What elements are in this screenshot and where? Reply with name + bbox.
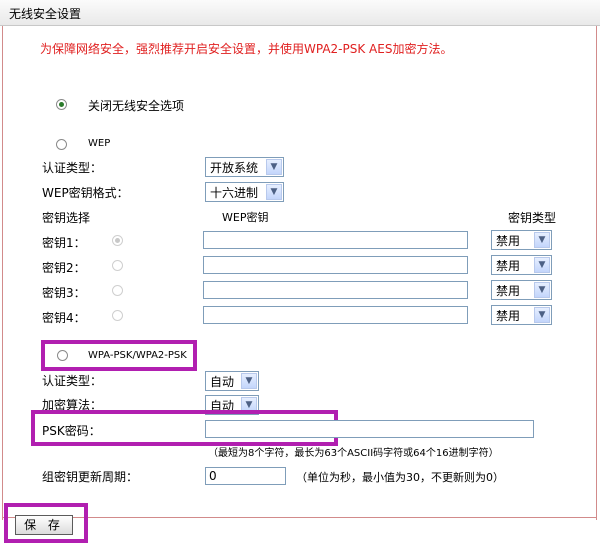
window-title: 无线安全设置	[9, 7, 82, 21]
disable-security-label: 关闭无线安全选项	[88, 99, 185, 113]
col-key-select: 密钥选择	[42, 211, 91, 225]
wpa-psk-radio[interactable]	[57, 350, 68, 361]
wep-key-format-select[interactable]: 十六进制 ▼	[205, 182, 284, 202]
wep-key-format-label: WEP密钥格式：	[42, 186, 129, 200]
chevron-down-icon: ▼	[266, 159, 282, 175]
key4-type-select[interactable]: 禁用 ▼	[491, 305, 552, 325]
key4-input[interactable]	[203, 306, 468, 324]
wep-auth-type-select[interactable]: 开放系统 ▼	[205, 157, 284, 177]
wpa-auth-type-select[interactable]: 自动 ▼	[205, 371, 259, 391]
disable-security-radio[interactable]	[56, 99, 67, 110]
key1-label: 密钥1：	[42, 236, 86, 250]
key2-type-value: 禁用	[496, 258, 521, 273]
col-key-type: 密钥类型	[508, 211, 557, 225]
wep-key-format-value: 十六进制	[210, 185, 259, 200]
key2-input[interactable]	[203, 256, 468, 274]
wep-label: WEP	[88, 138, 111, 149]
key2-radio[interactable]	[112, 260, 123, 271]
key3-input[interactable]	[203, 281, 468, 299]
bottom-divider	[2, 517, 597, 518]
key1-type-value: 禁用	[496, 233, 521, 248]
key2-type-select[interactable]: 禁用 ▼	[491, 255, 552, 275]
key3-label: 密钥3：	[42, 286, 86, 300]
key2-label: 密钥2：	[42, 261, 86, 275]
psk-password-input[interactable]	[205, 420, 534, 438]
chevron-down-icon: ▼	[534, 282, 550, 298]
key1-type-select[interactable]: 禁用 ▼	[491, 230, 552, 250]
save-button[interactable]: 保 存	[15, 515, 73, 535]
key3-radio[interactable]	[112, 285, 123, 296]
chevron-down-icon: ▼	[534, 257, 550, 273]
group-key-label: 组密钥更新周期：	[42, 470, 139, 484]
key3-type-select[interactable]: 禁用 ▼	[491, 280, 552, 300]
title-bar: 无线安全设置	[0, 0, 600, 26]
wep-auth-type-label: 认证类型：	[42, 161, 103, 175]
wpa-auth-type-label: 认证类型：	[42, 374, 103, 388]
group-key-hint: （单位为秒，最小值为30，不更新则为0）	[296, 471, 504, 484]
psk-hint: （最短为8个字符，最长为63个ASCII码字符或64个16进制字符）	[208, 448, 499, 459]
wep-radio[interactable]	[56, 139, 67, 150]
wpa-auth-type-value: 自动	[210, 374, 235, 389]
chevron-down-icon: ▼	[534, 307, 550, 323]
key4-type-value: 禁用	[496, 308, 521, 323]
wpa-psk-label: WPA-PSK/WPA2-PSK	[88, 350, 187, 361]
chevron-down-icon: ▼	[266, 184, 282, 200]
security-notice: 为保障网络安全，强烈推荐开启安全设置，并使用WPA2-PSK AES加密方法。	[40, 42, 453, 56]
chevron-down-icon: ▼	[534, 232, 550, 248]
key1-input[interactable]	[203, 231, 468, 249]
key1-radio[interactable]	[112, 235, 123, 246]
wep-auth-type-value: 开放系统	[210, 160, 259, 175]
key4-radio[interactable]	[112, 310, 123, 321]
psk-label: PSK密码：	[42, 424, 101, 438]
group-key-input[interactable]: 0	[205, 467, 286, 485]
key4-label: 密钥4：	[42, 311, 86, 325]
key3-type-value: 禁用	[496, 283, 521, 298]
col-wep-key: WEP密钥	[222, 211, 269, 224]
chevron-down-icon: ▼	[241, 373, 257, 389]
